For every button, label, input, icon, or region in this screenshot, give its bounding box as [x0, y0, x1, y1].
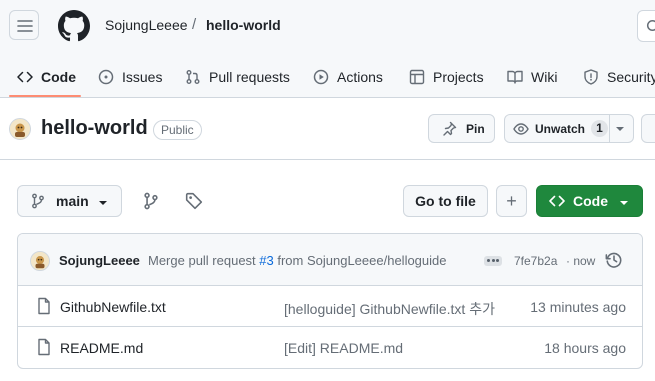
tab-code[interactable]: Code [17, 56, 76, 98]
tab-actions[interactable]: Actions [313, 56, 383, 98]
code-icon [549, 193, 565, 209]
commit-sha[interactable]: 7fe7b2a [514, 254, 557, 268]
watch-count: 1 [591, 120, 609, 137]
file-row[interactable]: GithubNewfile.txt [helloguide] GithubNew… [18, 286, 642, 327]
tab-label: Issues [122, 69, 163, 85]
tab-label: Actions [337, 69, 383, 85]
expand-commit-message-button[interactable] [484, 256, 502, 266]
dot [487, 259, 490, 262]
tab-label: Pull requests [209, 69, 290, 85]
repo-nav: Code Issues Pull requests Actions Projec… [0, 56, 655, 98]
branches-icon[interactable] [142, 192, 160, 210]
repo-title[interactable]: hello-world [41, 117, 148, 140]
chevron-down-icon[interactable] [615, 125, 625, 133]
pull-request-link[interactable]: #3 [259, 253, 273, 268]
chevron-down-icon [619, 199, 629, 207]
tab-label: Wiki [531, 69, 558, 85]
add-file-button[interactable]: + [496, 185, 527, 217]
tab-label: Security [607, 69, 655, 85]
tag-icon[interactable] [185, 192, 203, 210]
file-row[interactable]: README.md [Edit] README.md 18 hours ago [18, 327, 642, 368]
hamburger-icon [10, 18, 38, 34]
tab-pull-requests[interactable]: Pull requests [185, 56, 290, 98]
pin-label: Pin [466, 121, 485, 136]
dot [496, 259, 499, 262]
eye-icon [513, 121, 529, 137]
branch-name: main [56, 193, 89, 209]
breadcrumb-separator: / [192, 16, 197, 33]
fork-button[interactable] [641, 114, 655, 143]
file-icon [36, 297, 52, 315]
pull-request-icon [185, 69, 201, 85]
tab-label: Projects [433, 69, 484, 85]
commit-message-prefix: Merge pull request [148, 253, 260, 268]
code-button-label: Code [573, 193, 608, 209]
breadcrumb-repo-link[interactable]: hello-world [206, 17, 281, 33]
play-icon [313, 69, 329, 85]
file-commit-time: 13 minutes ago [530, 299, 626, 315]
menu-button[interactable] [9, 10, 39, 40]
issue-icon [98, 69, 114, 85]
global-header [0, 0, 655, 56]
search-icon [638, 19, 655, 35]
commit-message-suffix: from SojungLeeee/helloguide [273, 253, 447, 268]
file-commit-time: 18 hours ago [544, 340, 626, 356]
pin-icon [441, 121, 457, 137]
visibility-badge: Public [153, 120, 202, 140]
shield-icon [583, 69, 599, 85]
latest-commit-row: SojungLeeee Merge pull request #3 from S… [18, 234, 642, 286]
dot [491, 259, 495, 262]
pin-button[interactable]: Pin [428, 114, 495, 143]
go-to-file-button[interactable]: Go to file [403, 185, 488, 217]
search-button[interactable] [637, 10, 655, 42]
file-name-link[interactable]: README.md [60, 340, 143, 356]
unwatch-button[interactable]: Unwatch 1 [504, 114, 634, 143]
breadcrumb-owner-link[interactable]: SojungLeeee [105, 17, 188, 33]
branch-icon [30, 193, 46, 209]
file-name-link[interactable]: GithubNewfile.txt [60, 299, 166, 315]
watch-label: Unwatch [535, 121, 586, 136]
tab-label: Code [41, 69, 76, 85]
book-icon [507, 69, 523, 85]
code-icon [17, 69, 33, 85]
file-icon [36, 338, 52, 356]
table-icon [409, 69, 425, 85]
branch-select-button[interactable]: main [17, 185, 122, 217]
section-divider [0, 159, 655, 160]
file-commit-message[interactable]: [helloguide] GithubNewfile.txt 추가 [284, 299, 495, 319]
file-table: SojungLeeee Merge pull request #3 from S… [17, 233, 643, 369]
commit-time: · now [566, 254, 596, 268]
file-commit-message[interactable]: [Edit] README.md [284, 340, 403, 356]
commit-author-avatar[interactable] [30, 251, 50, 271]
tab-wiki[interactable]: Wiki [507, 56, 557, 98]
tab-projects[interactable]: Projects [409, 56, 484, 98]
button-divider [609, 115, 610, 142]
tab-security[interactable]: Security [583, 56, 655, 98]
chevron-down-icon [98, 199, 108, 207]
history-icon[interactable] [605, 251, 623, 269]
commit-author[interactable]: SojungLeeee [59, 253, 140, 268]
code-dropdown-button[interactable]: Code [536, 185, 643, 217]
active-tab-indicator [9, 95, 81, 97]
owner-avatar[interactable] [9, 118, 31, 140]
commit-message[interactable]: Merge pull request #3 from SojungLeeee/h… [148, 253, 470, 268]
tab-issues[interactable]: Issues [98, 56, 162, 98]
github-logo[interactable] [58, 10, 90, 42]
